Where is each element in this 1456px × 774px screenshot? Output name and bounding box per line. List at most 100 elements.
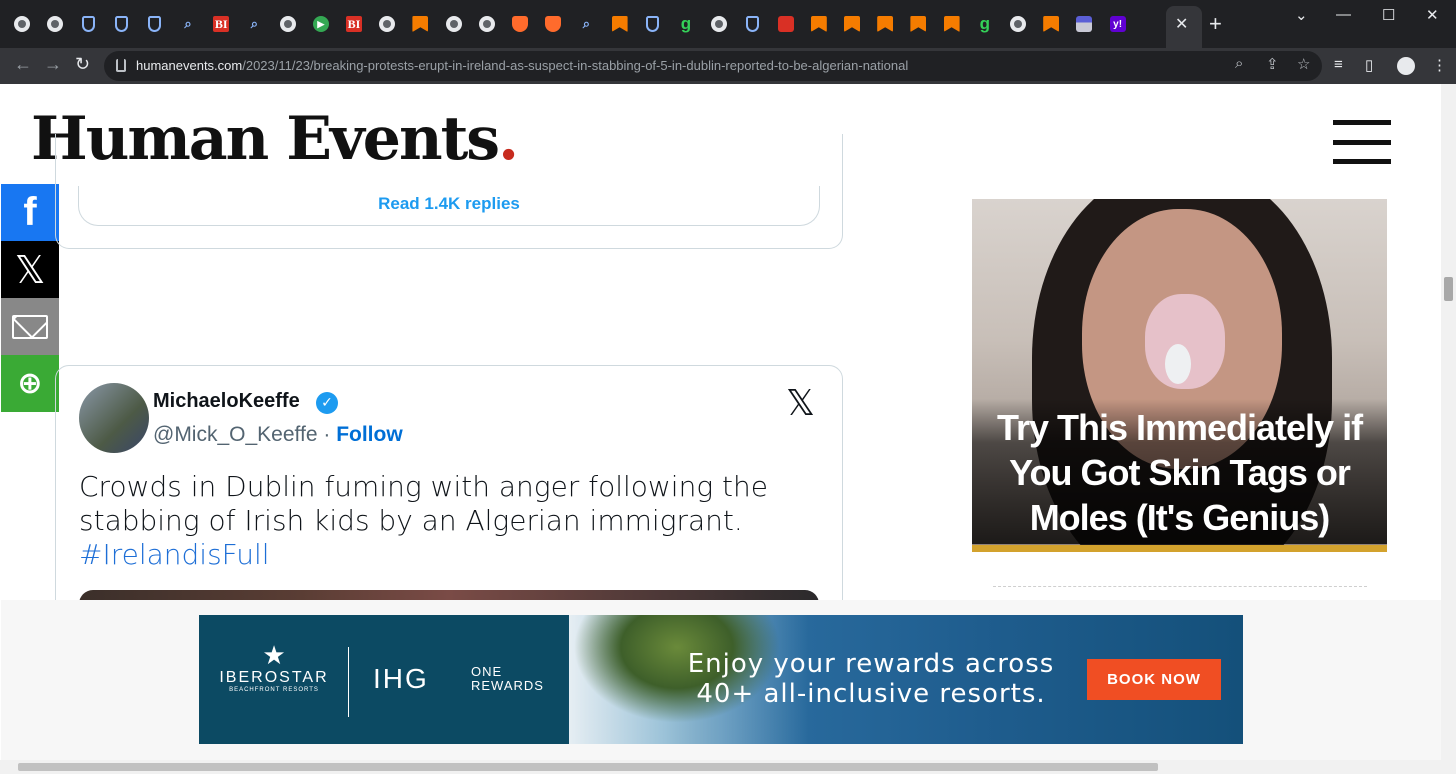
browser-tab[interactable] bbox=[506, 10, 534, 38]
zoom-icon[interactable]: ⌕ bbox=[1235, 55, 1243, 72]
close-tab-icon[interactable]: ✕ bbox=[1175, 14, 1188, 34]
avatar[interactable] bbox=[79, 383, 149, 453]
globe-icon bbox=[379, 16, 396, 32]
divider bbox=[348, 647, 349, 717]
browser-tab[interactable]: y! bbox=[1104, 10, 1132, 38]
new-tab-button[interactable]: + bbox=[1209, 11, 1222, 37]
browser-tab[interactable] bbox=[473, 10, 501, 38]
facebook-share-icon[interactable]: f bbox=[1, 184, 59, 241]
browser-tab[interactable] bbox=[8, 10, 36, 38]
shield-icon bbox=[115, 16, 129, 32]
browser-tab[interactable] bbox=[938, 10, 966, 38]
browser-tab[interactable]: ⌕ bbox=[174, 10, 202, 38]
browser-tab[interactable]: ⌕ bbox=[572, 10, 600, 38]
browser-tab[interactable] bbox=[108, 10, 136, 38]
tweet-author-name[interactable]: MichaeloKeeffe bbox=[153, 390, 300, 413]
browser-tab[interactable] bbox=[838, 10, 866, 38]
reload-icon[interactable]: ↻ bbox=[75, 54, 90, 75]
ihg-one: ONE bbox=[471, 664, 503, 679]
browser-tab[interactable] bbox=[274, 10, 302, 38]
browser-tab[interactable] bbox=[705, 10, 733, 38]
browser-tab[interactable]: ▶ bbox=[307, 10, 335, 38]
globe-icon bbox=[47, 16, 64, 32]
horizontal-scrollbar[interactable] bbox=[0, 760, 1456, 774]
share-page-icon[interactable]: ⇪ bbox=[1266, 55, 1279, 73]
read-replies-button[interactable]: Read 1.4K replies bbox=[78, 186, 820, 226]
browser-tab[interactable] bbox=[373, 10, 401, 38]
follow-link[interactable]: Follow bbox=[336, 423, 403, 446]
browser-tab[interactable] bbox=[406, 10, 434, 38]
ad-accent-bar bbox=[972, 545, 1387, 552]
browser-tab[interactable] bbox=[606, 10, 634, 38]
browser-tab[interactable] bbox=[539, 10, 567, 38]
close-window-button[interactable]: ✕ bbox=[1426, 6, 1439, 24]
ad-image-spoon bbox=[1165, 344, 1191, 384]
bookmark-icon bbox=[1043, 16, 1060, 32]
browser-tab[interactable] bbox=[1004, 10, 1032, 38]
shield-icon bbox=[745, 16, 759, 32]
browser-tab[interactable] bbox=[738, 10, 766, 38]
browser-tab[interactable]: BI bbox=[340, 10, 368, 38]
vertical-scrollbar[interactable] bbox=[1441, 84, 1456, 760]
tweet-text: Crowds in Dublin fuming with anger follo… bbox=[79, 470, 799, 572]
globe-icon bbox=[279, 16, 296, 32]
minimize-button[interactable]: — bbox=[1336, 6, 1351, 23]
forward-arrow-icon[interactable]: → bbox=[44, 54, 62, 75]
handle-text[interactable]: @Mick_O_Keeffe bbox=[153, 423, 318, 446]
bookmark-icon bbox=[844, 16, 860, 32]
bookmark-icon bbox=[943, 16, 960, 32]
tweet-body: Crowds in Dublin fuming with anger follo… bbox=[79, 470, 768, 537]
x-logo-icon[interactable]: 𝕏 bbox=[786, 383, 815, 424]
browser-tab[interactable] bbox=[1070, 10, 1098, 38]
browser-tab[interactable] bbox=[904, 10, 932, 38]
iberostar-name: IBEROSTAR bbox=[219, 669, 329, 686]
yahoo-icon: y! bbox=[1109, 16, 1126, 32]
more-share-icon[interactable]: ⊕ bbox=[1, 355, 59, 412]
browser-tab[interactable]: g bbox=[672, 10, 700, 38]
iberostar-subtitle: BEACHFRONT RESORTS bbox=[229, 687, 319, 693]
embedded-tweet: Read 1.4K replies bbox=[55, 134, 843, 249]
divider bbox=[993, 586, 1367, 587]
address-bar[interactable]: humanevents.com/2023/11/23/breaking-prot… bbox=[104, 51, 1322, 81]
browser-tab[interactable] bbox=[41, 10, 69, 38]
globe-icon bbox=[711, 16, 728, 32]
browser-tab[interactable] bbox=[141, 10, 169, 38]
bookmark-icon bbox=[877, 16, 894, 32]
browser-tab[interactable]: ⌕ bbox=[240, 10, 268, 38]
url-text[interactable]: humanevents.com/2023/11/23/breaking-prot… bbox=[136, 58, 908, 73]
reading-list-icon[interactable]: ≡ bbox=[1334, 56, 1343, 73]
ad-headline[interactable]: Try This Immediately if You Got Skin Tag… bbox=[972, 399, 1387, 544]
browser-tab[interactable] bbox=[772, 10, 800, 38]
maximize-button[interactable]: ☐ bbox=[1382, 6, 1395, 24]
browser-toolbar: ← → ↻ humanevents.com/2023/11/23/breakin… bbox=[0, 48, 1456, 84]
browser-tab[interactable] bbox=[805, 10, 833, 38]
profile-avatar-icon[interactable] bbox=[1397, 57, 1415, 75]
browser-tab[interactable] bbox=[871, 10, 899, 38]
browser-tab[interactable] bbox=[1037, 10, 1065, 38]
browser-tab[interactable] bbox=[440, 10, 468, 38]
g-icon: g bbox=[979, 14, 990, 33]
sponsored-ad[interactable]: Try This Immediately if You Got Skin Tag… bbox=[972, 199, 1387, 552]
bookmark-star-icon[interactable]: ☆ bbox=[1297, 55, 1310, 73]
hamburger-menu-icon[interactable] bbox=[1333, 120, 1391, 164]
lock-icon[interactable] bbox=[116, 59, 126, 72]
browser-tab[interactable]: BI bbox=[207, 10, 235, 38]
tab-search-icon[interactable]: ⌄ bbox=[1295, 6, 1308, 24]
browser-tab[interactable] bbox=[639, 10, 667, 38]
x-share-icon[interactable]: 𝕏 bbox=[1, 241, 59, 298]
scrollbar-thumb[interactable] bbox=[18, 763, 1158, 771]
banner-ad[interactable]: ★ IBEROSTAR BEACHFRONT RESORTS IHG ONE RE… bbox=[199, 615, 1243, 744]
menu-dots-icon[interactable]: ⋮ bbox=[1432, 56, 1447, 74]
globe-icon bbox=[1010, 16, 1026, 32]
flag-icon bbox=[1076, 16, 1093, 32]
email-share-icon[interactable] bbox=[1, 298, 59, 355]
browser-tab[interactable]: g bbox=[971, 10, 999, 38]
globe-icon bbox=[478, 16, 495, 32]
book-now-button[interactable]: BOOK NOW bbox=[1087, 659, 1221, 700]
side-panel-icon[interactable]: ▯ bbox=[1365, 56, 1373, 74]
hashtag-link[interactable]: #IrelandisFull bbox=[79, 538, 799, 572]
back-arrow-icon[interactable]: ← bbox=[14, 54, 32, 75]
scrollbar-thumb[interactable] bbox=[1444, 277, 1453, 301]
browser-tab[interactable] bbox=[74, 10, 102, 38]
sticky-ad-area: ★ IBEROSTAR BEACHFRONT RESORTS IHG ONE RE… bbox=[1, 600, 1441, 760]
